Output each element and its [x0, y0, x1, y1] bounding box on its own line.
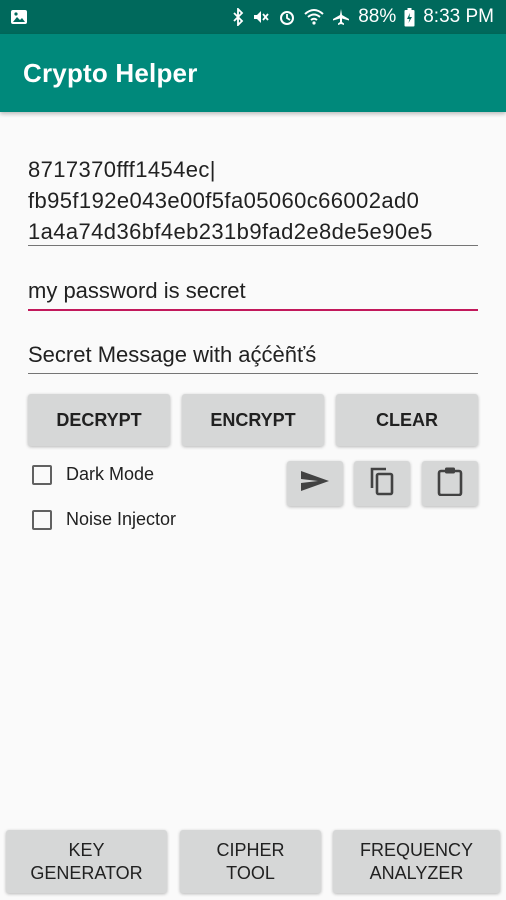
- message-field[interactable]: Secret Message with aḉćèñťś: [28, 339, 478, 374]
- clear-button[interactable]: CLEAR: [336, 394, 478, 446]
- send-button[interactable]: [287, 461, 343, 506]
- password-field[interactable]: my password is secret: [28, 275, 478, 311]
- paste-button[interactable]: [422, 461, 478, 506]
- clock: 8:33 PM: [423, 6, 494, 27]
- image-notification-icon: [10, 8, 28, 26]
- send-icon: [300, 469, 330, 498]
- noise-injector-option[interactable]: Noise Injector: [32, 509, 176, 530]
- dark-mode-label: Dark Mode: [66, 464, 155, 484]
- key-generator-label-line2: GENERATOR: [30, 862, 143, 883]
- copy-icon: [368, 466, 396, 501]
- cipher-tool-button[interactable]: CIPHER TOOL: [180, 830, 321, 893]
- cipher-tool-label-line1: CIPHER: [216, 839, 285, 860]
- status-bar: 88% 8:33 PM: [0, 0, 506, 34]
- encrypt-button[interactable]: ENCRYPT: [182, 394, 324, 446]
- key-generator-button[interactable]: KEY GENERATOR: [6, 830, 167, 893]
- dark-mode-option[interactable]: Dark Mode: [32, 464, 154, 485]
- key-generator-label-line1: KEY: [68, 839, 105, 860]
- bluetooth-icon: [232, 8, 244, 26]
- battery-charging-icon: [404, 7, 415, 27]
- copy-button[interactable]: [354, 461, 410, 506]
- noise-injector-checkbox[interactable]: [32, 509, 52, 530]
- airplane-mode-icon: [332, 8, 350, 26]
- wifi-icon: [304, 8, 324, 26]
- app-title: Crypto Helper: [23, 57, 198, 88]
- mute-icon: [252, 8, 270, 26]
- dark-mode-checkbox[interactable]: [32, 464, 52, 485]
- battery-percentage: 88%: [358, 6, 397, 27]
- cipher-tool-label-line2: TOOL: [226, 862, 275, 883]
- alarm-icon: [278, 8, 296, 26]
- frequency-analyzer-label-line2: ANALYZER: [369, 862, 464, 883]
- decrypt-button[interactable]: DECRYPT: [28, 394, 170, 446]
- noise-injector-label: Noise Injector: [66, 509, 177, 529]
- ciphertext-field[interactable]: 8717370fff1454ec| fb95f192e043e00f5fa050…: [28, 154, 478, 246]
- frequency-analyzer-label-line1: FREQUENCY: [359, 839, 473, 860]
- frequency-analyzer-button[interactable]: FREQUENCY ANALYZER: [333, 830, 500, 893]
- app-bar: Crypto Helper: [0, 34, 506, 112]
- clipboard-icon: [437, 466, 463, 501]
